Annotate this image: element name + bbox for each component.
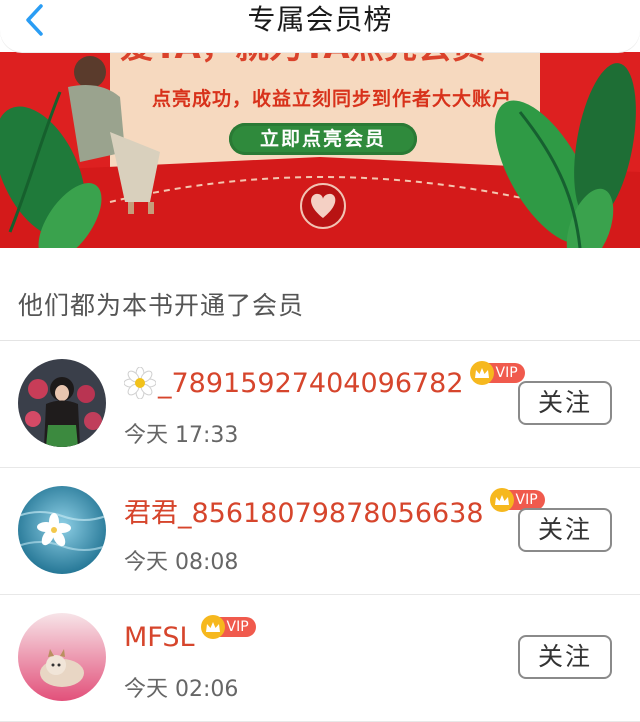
member-time: 今天 17:33 — [124, 423, 239, 448]
vip-badge: VIP — [200, 615, 256, 639]
promo-banner[interactable]: 爱TA，就为TA点亮会员 点亮成功，收益立刻同步到作者大大账户 立即点亮会员 — [0, 52, 640, 248]
member-time: 今天 08:08 — [124, 550, 239, 575]
crown-icon — [489, 488, 514, 512]
header-bar: 专属会员榜 — [0, 0, 640, 52]
follow-button[interactable]: 关注 — [518, 381, 612, 425]
avatar[interactable] — [18, 486, 106, 574]
member-row[interactable]: MFSL VIP 今天 02:06 关注 — [0, 595, 640, 722]
member-name-line: MFSL VIP — [124, 615, 256, 657]
page-title: 专属会员榜 — [247, 3, 393, 36]
crown-icon — [469, 361, 494, 385]
member-row[interactable]: 君君_85618079878056638 VIP 今天 08:08 关注 — [0, 468, 640, 595]
banner-subtitle: 点亮成功，收益立刻同步到作者大大账户 — [152, 88, 513, 110]
crown-icon — [200, 615, 225, 639]
vip-badge: VIP — [469, 361, 525, 385]
member-time: 今天 02:06 — [124, 677, 239, 702]
follow-button[interactable]: 关注 — [518, 508, 612, 552]
member-name-line: _78915927404096782 VIP — [123, 361, 525, 403]
activate-membership-button[interactable]: 立即点亮会员 — [229, 123, 417, 155]
follow-button[interactable]: 关注 — [518, 635, 612, 679]
flower-icon — [123, 366, 157, 400]
member-name[interactable]: 君君_85618079878056638 — [124, 491, 484, 530]
member-name[interactable]: MFSL — [124, 622, 195, 653]
avatar[interactable] — [18, 359, 106, 447]
member-name-line: 君君_85618079878056638 VIP — [124, 488, 545, 530]
member-name[interactable]: _78915927404096782 — [158, 368, 464, 399]
section-title: 他们都为本书开通了会员 — [18, 291, 305, 320]
svg-text:爱TA，就为TA点亮会员: 爱TA，就为TA点亮会员 — [120, 52, 486, 67]
member-row[interactable]: _78915927404096782 VIP 今天 17:33 关注 — [0, 341, 640, 468]
avatar[interactable] — [18, 613, 106, 701]
